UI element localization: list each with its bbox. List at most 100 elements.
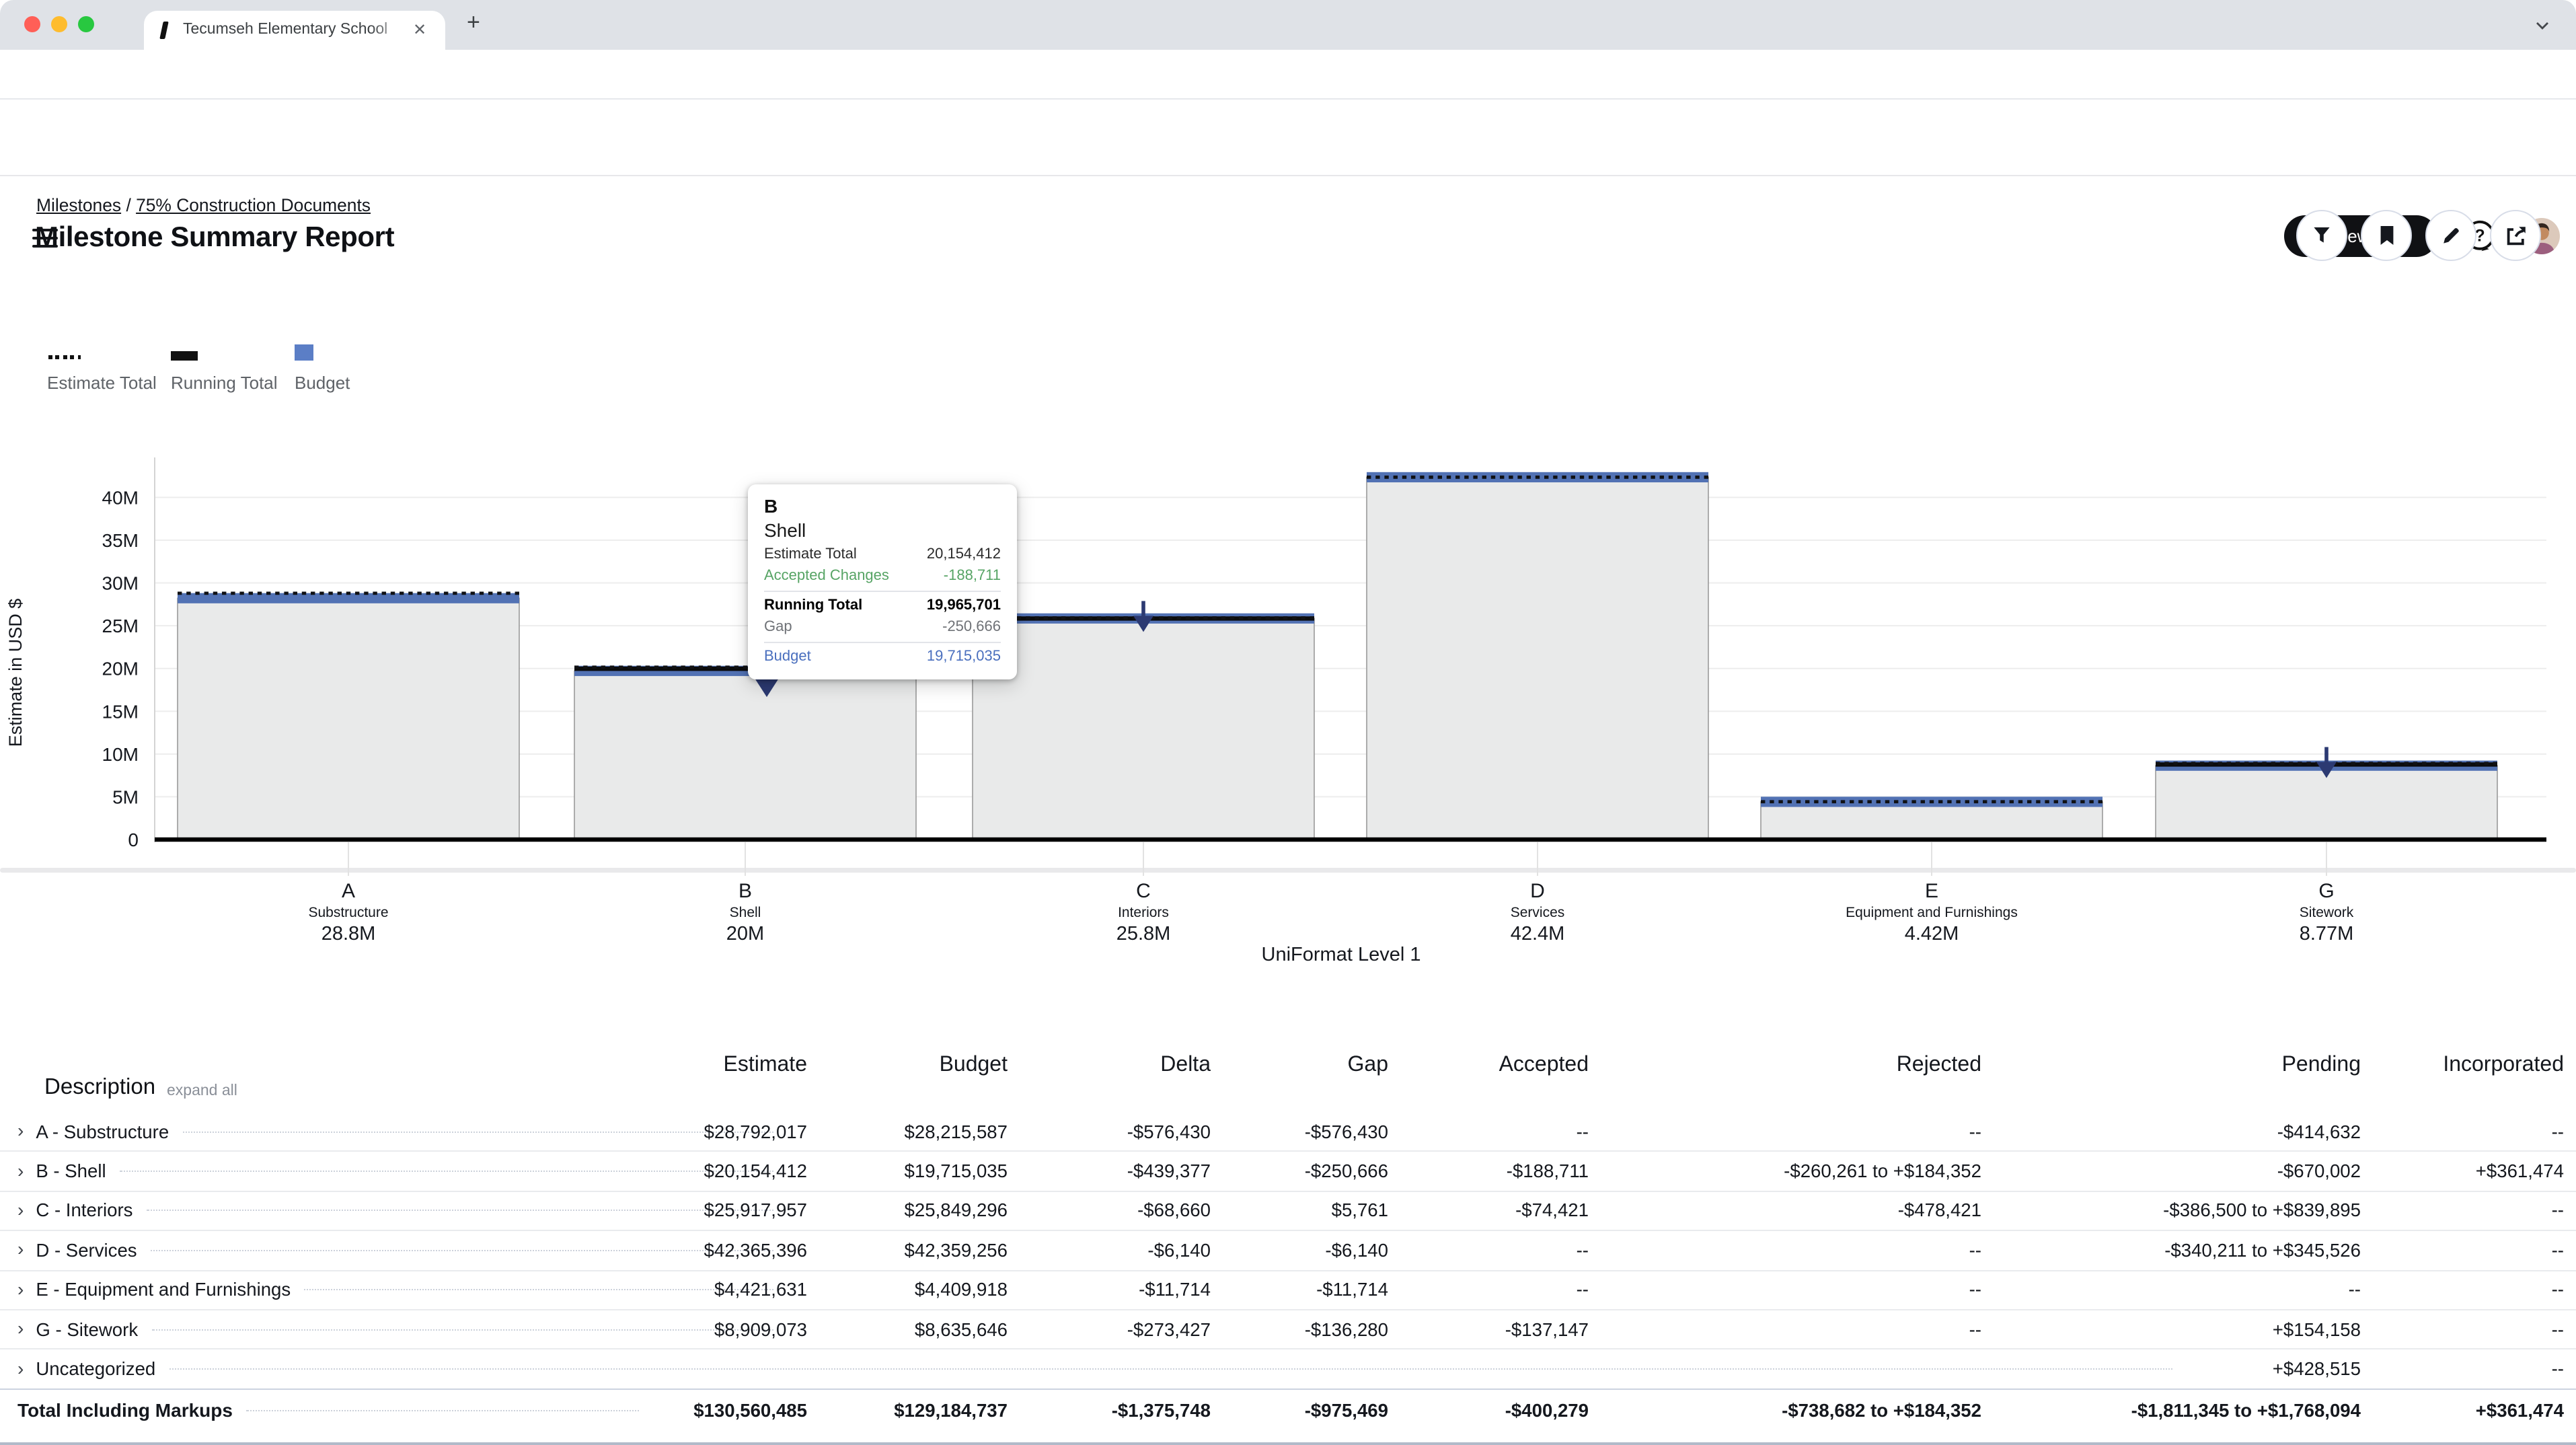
new-tab-button[interactable]: +	[467, 9, 480, 36]
tooltip-row-label: Running Total	[764, 596, 862, 617]
leader-dots	[147, 1210, 774, 1212]
expand-chevron-icon[interactable]: ›	[17, 1200, 24, 1219]
legend-estimate-total-swatch[interactable]	[48, 355, 81, 359]
table-row-c-interiors[interactable]: ›C - Interiors$25,917,957$25,849,296-$68…	[0, 1192, 2576, 1232]
table-header-rejected[interactable]: Rejected	[1897, 1053, 1981, 1078]
category-letter: D	[1530, 880, 1545, 902]
cell-delta: -$68,660	[1137, 1201, 1211, 1221]
table-header-delta[interactable]: Delta	[1160, 1053, 1211, 1078]
table-row-g-sitework[interactable]: ›G - Sitework$8,909,073$8,635,646-$273,4…	[0, 1310, 2576, 1350]
table-header-pending[interactable]: Pending	[2282, 1053, 2361, 1078]
expand-all-link[interactable]: expand all	[167, 1083, 237, 1099]
table-header-description: Description	[44, 1075, 155, 1101]
expand-chevron-icon[interactable]: ›	[17, 1280, 24, 1298]
table-header-estimate[interactable]: Estimate	[724, 1053, 808, 1078]
breadcrumb-separator: /	[126, 195, 136, 215]
leader-dots	[304, 1290, 773, 1291]
bar-equipment-and-furnishings[interactable]	[1761, 802, 2103, 840]
y-tick-label: 0	[128, 829, 139, 850]
table-row-e-equipment-and-furnishings[interactable]: ›E - Equipment and Furnishings$4,421,631…	[0, 1271, 2576, 1310]
bookmark-button[interactable]	[2361, 210, 2412, 261]
chart-tooltip: B Shell Estimate Total20,154,412Accepted…	[748, 484, 1017, 679]
bar-substructure[interactable]	[178, 598, 519, 840]
cell-gap: -$975,469	[1305, 1400, 1388, 1420]
app-header: + New Item ?	[0, 100, 2576, 175]
tooltip-row: Gap-250,666	[764, 617, 1001, 638]
row-label: G - Sitework	[36, 1319, 138, 1339]
tooltip-row-value: 19,715,035	[927, 647, 1001, 668]
filter-button[interactable]	[2296, 210, 2347, 261]
category-total: 28.8M	[321, 923, 376, 944]
legend-running-total-label[interactable]: Running Total	[171, 373, 278, 393]
y-axis-title: Estimate in USD $	[5, 599, 26, 747]
tooltip-row: Running Total19,965,701	[764, 596, 1001, 617]
tab-title: Tecumseh Elementary School	[183, 22, 412, 38]
expand-chevron-icon[interactable]: ›	[17, 1160, 24, 1179]
table-header-accepted[interactable]: Accepted	[1499, 1053, 1589, 1078]
change-arrow-stem	[1141, 601, 1145, 616]
leader-dots	[182, 1131, 773, 1132]
cell-incorporated: --	[2552, 1201, 2564, 1221]
breadcrumb-milestones-link[interactable]: Milestones	[36, 195, 121, 215]
tooltip-row-label: Estimate Total	[764, 545, 857, 566]
chevron-down-icon[interactable]	[2534, 17, 2550, 34]
expand-chevron-icon[interactable]: ›	[17, 1121, 24, 1140]
category-letter: G	[2318, 880, 2334, 902]
y-tick-label: 40M	[102, 487, 139, 508]
table-header-gap[interactable]: Gap	[1348, 1053, 1389, 1078]
table-row-total-including-markups[interactable]: Total Including Markups$130,560,485$129,…	[0, 1389, 2576, 1430]
tab-close-icon[interactable]: ✕	[413, 20, 426, 39]
table-header-incorporated[interactable]: Incorporated	[2443, 1053, 2564, 1078]
cell-estimate: $8,909,073	[714, 1319, 807, 1339]
table-row-b-shell[interactable]: ›B - Shell$20,154,412$19,715,035-$439,37…	[0, 1152, 2576, 1192]
table-row-a-substructure[interactable]: ›A - Substructure$28,792,017$28,215,587-…	[0, 1113, 2576, 1152]
bookmark-icon	[2376, 225, 2396, 246]
milestone-chart[interactable]: 05M10M15M20M25M30M35M40MEstimate in USD …	[0, 431, 2576, 985]
join-favicon-icon	[159, 22, 169, 39]
cell-incorporated: +$361,474	[2476, 1400, 2564, 1420]
breadcrumb-milestone-link[interactable]: 75% Construction Documents	[136, 195, 371, 215]
expand-chevron-icon[interactable]: ›	[17, 1240, 24, 1259]
cell-accepted: --	[1577, 1240, 1589, 1261]
expand-chevron-icon[interactable]: ›	[17, 1319, 24, 1337]
tooltip-row-value: 20,154,412	[927, 545, 1001, 566]
category-letter: A	[342, 880, 355, 902]
cell-gap: -$11,714	[1316, 1280, 1388, 1300]
table-header-budget[interactable]: Budget	[940, 1053, 1008, 1078]
cell-pending: -$670,002	[2277, 1161, 2361, 1181]
legend-running-total-swatch[interactable]	[171, 351, 198, 360]
bar-interiors[interactable]	[973, 618, 1314, 840]
browser-toolbar: app.join.build/390e4ffd-59b2-4095-a030-7…	[0, 50, 2576, 100]
legend-budget-swatch[interactable]	[295, 344, 313, 361]
share-icon	[2504, 224, 2527, 247]
close-window-button[interactable]	[24, 16, 40, 32]
table-row-uncategorized[interactable]: ›Uncategorized+$428,515--	[0, 1350, 2576, 1390]
y-tick-label: 25M	[102, 616, 139, 636]
bar-shell[interactable]	[574, 671, 916, 840]
tooltip-row-label: Accepted Changes	[764, 566, 889, 587]
legend-estimate-total-label[interactable]: Estimate Total	[47, 373, 157, 393]
cell-estimate: $25,917,957	[704, 1201, 807, 1221]
edit-button[interactable]	[2425, 210, 2476, 261]
leader-dots	[120, 1171, 773, 1172]
share-button[interactable]	[2490, 210, 2541, 261]
cell-incorporated: --	[2552, 1280, 2564, 1300]
zoom-window-button[interactable]	[78, 16, 94, 32]
cell-rejected: --	[1969, 1280, 1981, 1300]
y-tick-label: 35M	[102, 530, 139, 551]
cell-accepted: --	[1577, 1121, 1589, 1142]
cell-incorporated: +$361,474	[2476, 1161, 2564, 1181]
expand-chevron-icon[interactable]: ›	[17, 1358, 24, 1377]
horizontal-scrollbar[interactable]	[0, 1442, 2576, 1445]
y-tick-label: 10M	[102, 744, 139, 765]
chart-scrollbar[interactable]	[0, 868, 2576, 873]
browser-tab[interactable]: Tecumseh Elementary School ✕	[144, 11, 445, 50]
bar-services[interactable]	[1367, 477, 1708, 840]
legend-budget-label[interactable]: Budget	[295, 373, 350, 393]
cell-gap: -$250,666	[1305, 1161, 1388, 1181]
minimize-window-button[interactable]	[51, 16, 67, 32]
tooltip-row-label: Gap	[764, 617, 792, 638]
row-label: A - Substructure	[36, 1121, 169, 1142]
leader-dots	[151, 1329, 773, 1330]
table-row-d-services[interactable]: ›D - Services$42,365,396$42,359,256-$6,1…	[0, 1231, 2576, 1271]
